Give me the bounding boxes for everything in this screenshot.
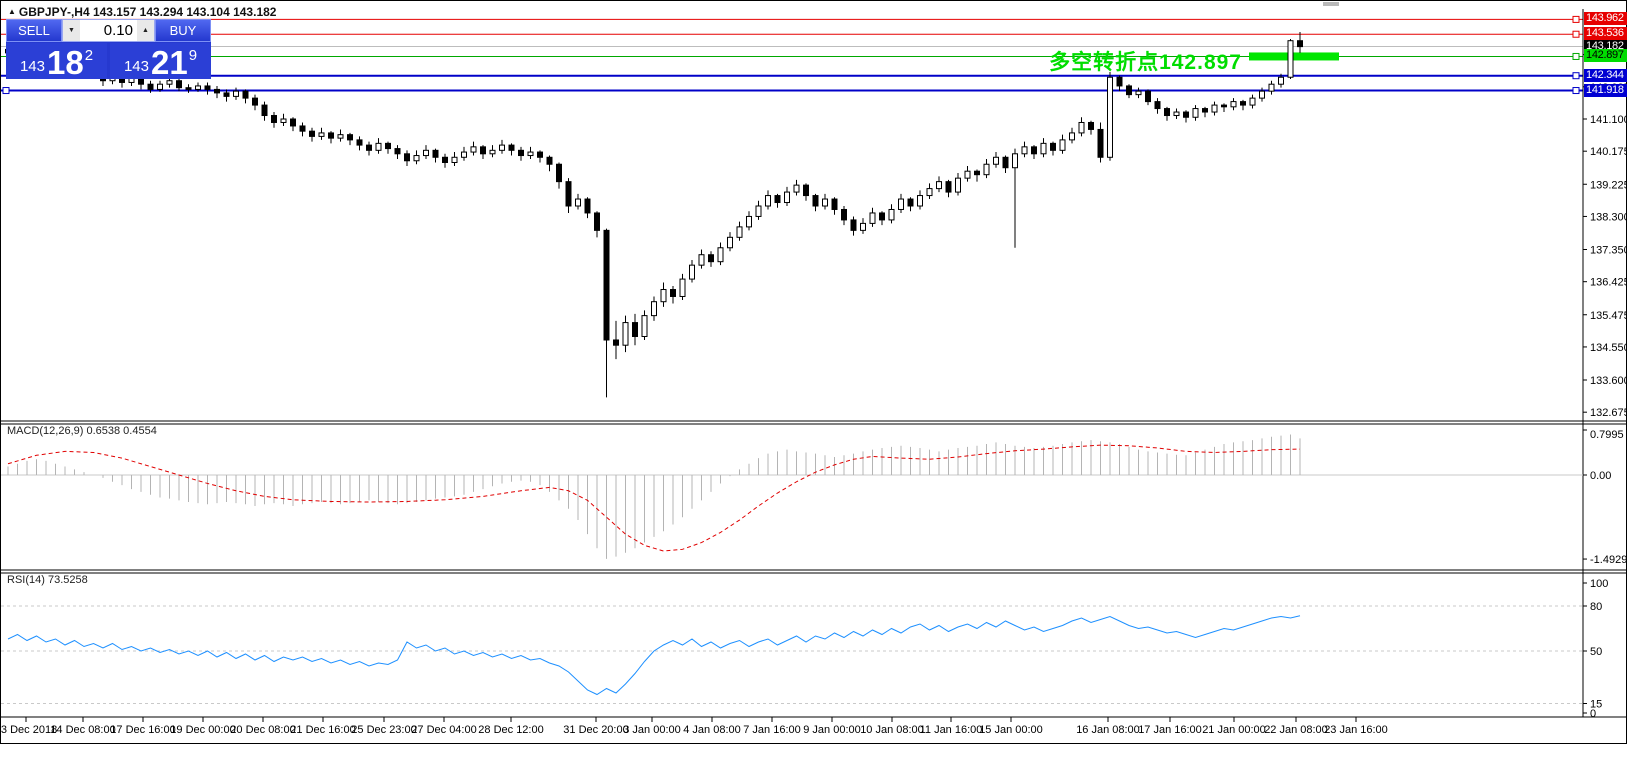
svg-text:21 Dec 16:00: 21 Dec 16:00 bbox=[290, 724, 355, 736]
svg-text:141.100: 141.100 bbox=[1590, 114, 1626, 126]
symbol-direction-icon: ▲ bbox=[8, 7, 16, 16]
svg-text:134.550: 134.550 bbox=[1590, 342, 1626, 354]
svg-text:13 Dec 2018: 13 Dec 2018 bbox=[1, 724, 57, 736]
sell-price-sup: 2 bbox=[85, 47, 93, 64]
svg-text:136.425: 136.425 bbox=[1590, 277, 1626, 289]
svg-text:100: 100 bbox=[1590, 578, 1608, 590]
svg-text:0.00: 0.00 bbox=[1590, 470, 1611, 482]
svg-text:135.475: 135.475 bbox=[1590, 310, 1626, 322]
price-label-143.962: 143.962 bbox=[1584, 12, 1627, 25]
svg-text:10 Jan 08:00: 10 Jan 08:00 bbox=[860, 724, 924, 736]
svg-text:25 Dec 23:00: 25 Dec 23:00 bbox=[351, 724, 416, 736]
svg-text:21 Jan 00:00: 21 Jan 00:00 bbox=[1202, 724, 1266, 736]
svg-text:4 Jan 08:00: 4 Jan 08:00 bbox=[683, 724, 741, 736]
rsi-line bbox=[8, 616, 1300, 695]
svg-text:137.350: 137.350 bbox=[1590, 245, 1626, 257]
volume-input[interactable]: 0.10 bbox=[80, 20, 137, 41]
price-label-141.918: 141.918 bbox=[1584, 84, 1627, 97]
svg-text:19 Dec 00:00: 19 Dec 00:00 bbox=[170, 724, 235, 736]
buy-button[interactable]: BUY bbox=[155, 19, 211, 42]
symbol-ohlc-text: GBPJPY-,H4 143.157 143.294 143.104 143.1… bbox=[19, 5, 277, 19]
chart-window[interactable]: 142.950142.025141.100140.175139.225138.3… bbox=[0, 0, 1627, 744]
pivot-highlight-bar[interactable] bbox=[1249, 52, 1339, 60]
pivot-annotation-text: 多空转折点142.897 bbox=[1049, 46, 1242, 76]
buy-price-sup: 9 bbox=[189, 47, 197, 64]
svg-text:22 Jan 08:00: 22 Jan 08:00 bbox=[1264, 724, 1328, 736]
price-chart[interactable]: 142.950142.025141.100140.175139.225138.3… bbox=[1, 1, 1626, 741]
trading-platform-window: 单 自动交易 ▼ ▼ ▼ E F A T ▼ M1M5M15M30H1H4D1W bbox=[0, 0, 1627, 771]
sell-price-big: 18 bbox=[47, 48, 84, 78]
svg-text:0.7995: 0.7995 bbox=[1590, 429, 1624, 441]
candlestick-series bbox=[6, 32, 1303, 397]
price-label-142.897: 142.897 bbox=[1584, 49, 1627, 62]
svg-text:9 Jan 00:00: 9 Jan 00:00 bbox=[803, 724, 861, 736]
volume-decrease-button[interactable]: ▼ bbox=[63, 20, 80, 41]
rsi-indicator-label: RSI(14) 73.5258 bbox=[7, 574, 88, 586]
time-scale[interactable]: 13 Dec 201814 Dec 08:0017 Dec 16:0019 De… bbox=[1, 717, 1388, 736]
price-label-142.344: 142.344 bbox=[1584, 69, 1627, 82]
one-click-trading-panel: SELL ▼ 0.10 ▲ BUY 143182 143219 bbox=[6, 19, 211, 79]
svg-text:11 Jan 16:00: 11 Jan 16:00 bbox=[920, 724, 983, 736]
svg-text:138.300: 138.300 bbox=[1590, 211, 1626, 223]
svg-text:31 Dec 20:00: 31 Dec 20:00 bbox=[563, 724, 628, 736]
svg-text:17 Dec 16:00: 17 Dec 16:00 bbox=[110, 724, 175, 736]
svg-text:133.600: 133.600 bbox=[1590, 375, 1626, 387]
scroll-position-marker[interactable] bbox=[1323, 2, 1339, 6]
price-label-143.536: 143.536 bbox=[1584, 27, 1627, 40]
svg-text:20 Dec 08:00: 20 Dec 08:00 bbox=[230, 724, 295, 736]
volume-stepper: ▼ 0.10 ▲ bbox=[62, 19, 155, 42]
price-scale[interactable]: 142.950142.025141.100140.175139.225138.3… bbox=[1583, 50, 1626, 720]
svg-text:23 Jan 16:00: 23 Jan 16:00 bbox=[1324, 724, 1388, 736]
symbol-header: ▲GBPJPY-,H4 143.157 143.294 143.104 143.… bbox=[8, 5, 276, 19]
svg-text:14 Dec 08:00: 14 Dec 08:00 bbox=[50, 724, 115, 736]
volume-increase-button[interactable]: ▲ bbox=[137, 20, 154, 41]
svg-text:139.225: 139.225 bbox=[1590, 179, 1626, 191]
svg-text:3 Jan 00:00: 3 Jan 00:00 bbox=[623, 724, 681, 736]
horizontal-line-objects[interactable] bbox=[1, 16, 1583, 93]
buy-price-prefix: 143 bbox=[124, 58, 149, 75]
macd-histogram bbox=[8, 434, 1300, 558]
svg-text:16 Jan 08:00: 16 Jan 08:00 bbox=[1076, 724, 1140, 736]
svg-text:7 Jan 16:00: 7 Jan 16:00 bbox=[743, 724, 801, 736]
svg-text:28 Dec 12:00: 28 Dec 12:00 bbox=[478, 724, 543, 736]
macd-indicator-label: MACD(12,26,9) 0.6538 0.4554 bbox=[7, 425, 157, 437]
svg-text:27 Dec 04:00: 27 Dec 04:00 bbox=[411, 724, 476, 736]
svg-text:15 Jan 00:00: 15 Jan 00:00 bbox=[979, 724, 1043, 736]
svg-text:50: 50 bbox=[1590, 646, 1602, 658]
buy-price-big: 21 bbox=[151, 48, 188, 78]
sell-price-display[interactable]: 143182 bbox=[6, 43, 107, 79]
sell-price-prefix: 143 bbox=[20, 58, 45, 75]
buy-price-display[interactable]: 143219 bbox=[110, 43, 211, 79]
svg-text:0: 0 bbox=[1590, 708, 1596, 720]
svg-text:-1.4929: -1.4929 bbox=[1590, 554, 1626, 566]
sell-button[interactable]: SELL bbox=[6, 19, 62, 42]
svg-text:80: 80 bbox=[1590, 601, 1602, 613]
svg-text:17 Jan 16:00: 17 Jan 16:00 bbox=[1138, 724, 1202, 736]
svg-text:132.675: 132.675 bbox=[1590, 407, 1626, 419]
svg-text:140.175: 140.175 bbox=[1590, 146, 1626, 158]
